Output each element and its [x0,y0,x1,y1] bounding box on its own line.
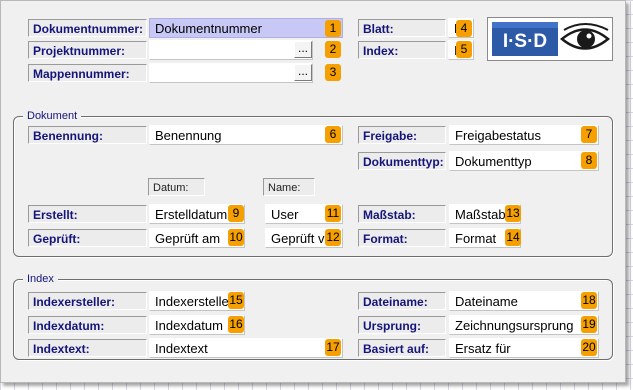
isd-logo: I·S·D [487,17,613,61]
mappennummer-field[interactable] [149,63,313,83]
badge-5: 5 [456,41,472,58]
badge-3: 3 [325,64,341,81]
badge-6: 6 [325,126,341,143]
isd-logo-graphic: I·S·D [492,22,610,56]
indexersteller-label: Indexersteller: [28,292,147,310]
dateiname-field[interactable]: Dateiname [449,291,599,311]
projektnummer-field[interactable] [149,40,313,60]
basiert-auf-label: Basiert auf: [358,339,446,357]
massstab-label: Maßstab: [358,205,446,223]
badge-12: 12 [325,229,341,246]
badge-1: 1 [325,20,341,37]
badge-15: 15 [228,292,244,309]
badge-17: 17 [325,339,341,356]
indextext-field[interactable]: Indextext [149,338,343,358]
badge-8: 8 [581,152,597,169]
dokument-group-title: Dokument [23,110,82,123]
benennung-label: Benennung: [28,126,147,144]
dateiname-label: Dateiname: [358,292,446,310]
title-block-form: Dokumentnummer: Dokumentnummer 1 Projekt… [0,0,626,383]
logo-text: I·S·D [503,31,547,52]
badge-20: 20 [581,339,597,356]
dokumentnummer-field[interactable]: Dokumentnummer [149,18,343,38]
blatt-label: Blatt: [358,19,446,37]
mappennummer-browse-button[interactable]: ... [294,64,312,81]
badge-2: 2 [325,41,341,58]
badge-10: 10 [228,229,244,246]
dokumenttyp-label: Dokumenttyp: [358,152,446,170]
ursprung-field[interactable]: Zeichnungsursprung [449,315,599,335]
freigabe-field[interactable]: Freigabestatus [449,125,599,145]
badge-18: 18 [581,292,597,309]
badge-13: 13 [505,205,521,222]
projektnummer-browse-button[interactable]: ... [294,41,312,58]
badge-9: 9 [228,205,244,222]
badge-16: 16 [228,316,244,333]
badge-19: 19 [581,316,597,333]
indexdatum-label: Indexdatum: [28,316,147,334]
freigabe-label: Freigabe: [358,126,446,144]
benennung-field[interactable]: Benennung [149,125,343,145]
indextext-label: Indextext: [28,339,147,357]
erstellt-label: Erstellt: [28,205,147,223]
projektnummer-label: Projektnummer: [28,41,147,59]
badge-14: 14 [505,229,521,246]
name-column-header: Name: [263,178,315,196]
basiert-auf-field[interactable]: Ersatz für [449,338,599,358]
badge-7: 7 [581,126,597,143]
geprueft-label: Geprüft: [28,229,147,247]
ursprung-label: Ursprung: [358,316,446,334]
datum-column-header: Datum: [148,178,205,196]
index-label: Index: [358,41,446,59]
dokumenttyp-field[interactable]: Dokumenttyp [449,151,599,171]
dokumentnummer-label: Dokumentnummer: [28,19,147,37]
format-label: Format: [358,229,446,247]
badge-4: 4 [456,20,472,37]
badge-11: 11 [325,205,341,222]
index-group-title: Index [23,273,58,286]
mappennummer-label: Mappennummer: [28,64,147,82]
